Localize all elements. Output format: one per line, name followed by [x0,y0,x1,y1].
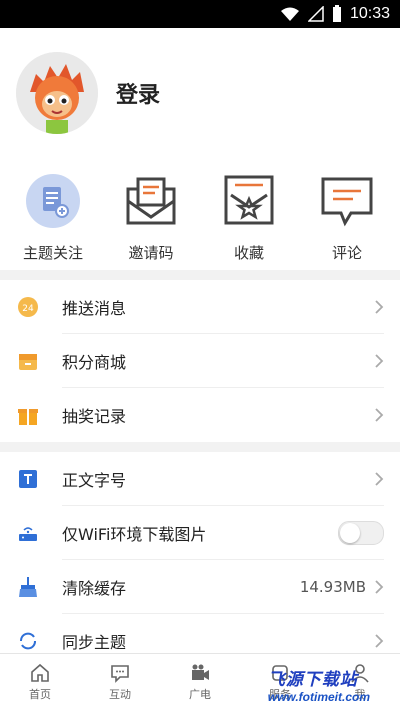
menu-label: 积分商城 [62,353,127,372]
menu-label: 仅WiFi环境下载图片 [62,525,207,544]
menu-group-2: 正文字号 仅WiFi环境下载图片 清除缓存 14.93MB 同步主题 [0,452,400,668]
home-icon [31,663,49,682]
menu-points-store[interactable]: 积分商城 [0,334,400,388]
watermark: 飞源下载站 www.fotimeit.com [268,665,370,704]
menu-label: 清除缓存 [62,579,127,598]
quick-comments[interactable]: 评论 [299,158,395,270]
wifi-icon [280,7,299,21]
store-icon [16,349,40,373]
profile-header[interactable]: 登录 [0,28,400,158]
quick-favorites[interactable]: 收藏 [201,158,297,270]
menu-wifi-images: 仅WiFi环境下载图片 [0,506,400,560]
menu-group-1: 24 推送消息 积分商城 抽奖记录 [0,280,400,442]
battery-icon [332,5,341,22]
menu-clear-cache[interactable]: 清除缓存 14.93MB [0,560,400,614]
cache-size: 14.93MB [299,578,366,596]
gift-icon [16,403,40,427]
chevron-right-icon [375,634,384,648]
avatar[interactable] [16,52,98,134]
menu-label: 抽奖记录 [62,407,127,426]
toggle-knob [340,523,360,543]
quick-label: 邀请码 [128,244,174,262]
document-plus-icon [24,172,82,230]
chevron-right-icon [375,408,384,422]
signal-icon [307,6,324,22]
menu-label: 同步主题 [62,633,127,652]
quick-label: 评论 [331,244,362,262]
status-time: 10:33 [349,5,390,22]
star-bookmark-icon [220,172,278,230]
tab-label: 首页 [29,688,51,701]
sync-icon [16,629,40,653]
menu-lottery-records[interactable]: 抽奖记录 [0,388,400,442]
push-badge-icon: 24 [16,295,40,319]
login-link[interactable]: 登录 [116,77,160,109]
menu-label: 推送消息 [62,299,127,318]
quick-actions: 主题关注 邀请码 收藏 评论 [0,158,400,270]
menu-font-size[interactable]: 正文字号 [0,452,400,506]
watermark-title: 飞源下载站 [267,670,358,689]
comment-icon [318,172,376,230]
menu-label: 正文字号 [62,471,127,490]
tab-broadcast[interactable]: 广电 [160,654,240,710]
broom-icon [16,575,40,599]
router-icon [16,521,40,545]
tab-interact[interactable]: 互动 [80,654,160,710]
envelope-icon [122,172,180,230]
tab-home[interactable]: 首页 [0,654,80,710]
camera-icon [192,664,209,680]
watermark-url: www.fotimeit.com [267,690,370,704]
chevron-right-icon [375,580,384,594]
section-divider [0,270,400,280]
tab-label: 广电 [189,688,211,701]
svg-text:24: 24 [22,304,34,314]
quick-label: 主题关注 [22,244,83,262]
chevron-right-icon [375,300,384,314]
text-size-icon [16,467,40,491]
wifi-only-toggle[interactable] [338,521,384,545]
status-bar: 10:33 [0,0,400,28]
quick-label: 收藏 [233,244,264,262]
chevron-right-icon [375,354,384,368]
section-divider [0,442,400,452]
chat-icon [111,665,129,683]
chevron-right-icon [375,472,384,486]
tab-label: 互动 [109,688,131,701]
menu-push-messages[interactable]: 24 推送消息 [0,280,400,334]
mascot-avatar-icon [16,52,98,134]
quick-invite-code[interactable]: 邀请码 [103,158,199,270]
quick-topic-follow[interactable]: 主题关注 [5,158,101,270]
